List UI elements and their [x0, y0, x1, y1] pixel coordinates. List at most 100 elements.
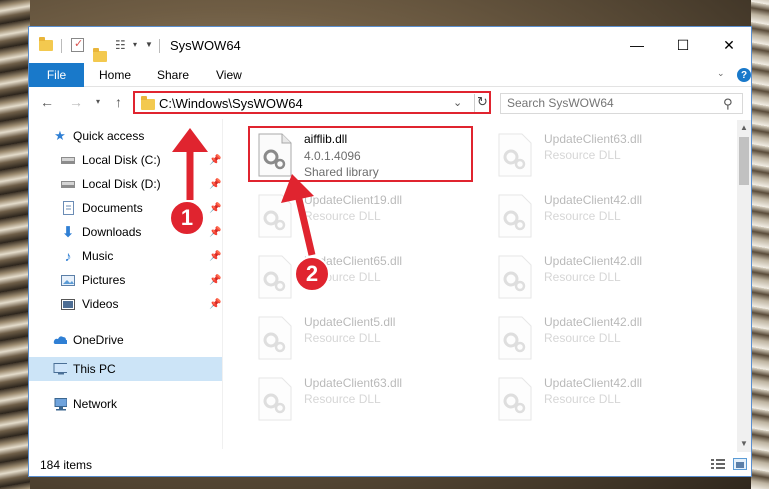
sidebar-item-label: Music — [82, 249, 114, 263]
sidebar-item-pictures[interactable]: Pictures 📌 — [29, 269, 222, 291]
highlight-box — [248, 126, 473, 182]
drive-icon — [61, 153, 75, 167]
video-icon — [61, 297, 75, 311]
dll-file-icon — [258, 194, 292, 238]
sidebar-item-label: Videos — [82, 297, 119, 311]
file-name: UpdateClient5.dll — [304, 315, 396, 329]
file-type: Resource DLL — [304, 331, 381, 345]
file-tile[interactable]: UpdateClient42.dll Resource DLL — [484, 187, 704, 245]
pin-icon[interactable]: 📌 — [209, 227, 221, 238]
desktop-wallpaper-right — [751, 0, 769, 489]
drive-icon — [61, 177, 75, 191]
address-path[interactable]: C:\Windows\SysWOW64 — [159, 96, 303, 111]
recent-locations-icon[interactable]: ▾ — [96, 97, 100, 106]
scroll-down-icon[interactable]: ▼ — [737, 437, 751, 451]
forward-arrow-icon[interactable]: → — [69, 94, 83, 110]
file-type: Resource DLL — [304, 209, 381, 223]
sidebar-item-videos[interactable]: Videos 📌 — [29, 293, 222, 315]
pin-icon[interactable]: 📌 — [209, 155, 221, 166]
dll-file-icon — [498, 316, 532, 360]
search-input[interactable] — [507, 96, 707, 110]
navigation-bar: ← → ▾ ↑ C:\Windows\SysWOW64 ⌄ ↻ ⚲ — [29, 88, 751, 118]
folder-icon[interactable] — [39, 37, 53, 51]
search-icon[interactable]: ⚲ — [723, 96, 733, 112]
file-type: Resource DLL — [544, 331, 621, 345]
pin-icon[interactable]: 📌 — [209, 299, 221, 310]
step-badge-1: 1 — [169, 200, 205, 236]
title-bar: ☷ ▾ ▼ SysWOW64 — ☐ ✕ — [29, 27, 751, 63]
tab-view[interactable]: View — [216, 63, 242, 87]
cloud-icon — [53, 333, 67, 347]
file-tile[interactable]: UpdateClient42.dll Resource DLL — [484, 370, 704, 428]
scroll-up-icon[interactable]: ▲ — [737, 121, 751, 135]
quick-access-dropdown-icon[interactable]: ▼ — [145, 40, 153, 56]
file-type: Resource DLL — [544, 392, 621, 406]
dll-file-icon — [258, 255, 292, 299]
minimize-button[interactable]: — — [614, 27, 660, 63]
help-icon[interactable]: ? — [737, 68, 751, 82]
star-icon: ★ — [54, 128, 66, 143]
tab-share[interactable]: Share — [157, 63, 189, 87]
dll-file-icon — [498, 377, 532, 421]
chevron-down-icon[interactable]: ▾ — [133, 40, 137, 56]
file-tile[interactable]: UpdateClient42.dll Resource DLL — [484, 309, 704, 367]
tab-file[interactable]: File — [29, 63, 84, 87]
sidebar-item-local-disk-c[interactable]: Local Disk (C:) 📌 — [29, 149, 222, 171]
sidebar-item-label: Downloads — [82, 225, 142, 239]
refresh-icon[interactable]: ↻ — [474, 94, 490, 112]
properties-icon[interactable] — [71, 37, 84, 52]
details-view-icon[interactable] — [711, 458, 725, 470]
address-bar[interactable]: C:\Windows\SysWOW64 ⌄ ↻ — [133, 91, 491, 114]
back-arrow-icon[interactable]: ← — [40, 94, 54, 110]
file-name: UpdateClient63.dll — [544, 132, 643, 146]
sidebar-item-label: Local Disk (D:) — [82, 177, 161, 191]
sidebar-item-label: Documents — [82, 201, 143, 215]
step-badge-2: 2 — [294, 256, 330, 292]
dll-file-icon — [498, 255, 532, 299]
item-count: 184 items — [40, 458, 93, 472]
sidebar-item-label: OneDrive — [73, 333, 124, 347]
file-name: UpdateClient63.dll — [304, 376, 403, 390]
new-folder-icon[interactable] — [93, 48, 107, 62]
sidebar-item-this-pc[interactable]: This PC — [29, 357, 222, 381]
pin-icon[interactable]: 📌 — [209, 179, 221, 190]
file-tile[interactable]: UpdateClient65.dll Resource DLL — [244, 248, 464, 306]
chevron-down-icon[interactable]: ⌄ — [453, 96, 462, 109]
vertical-scrollbar[interactable]: ▲ ▼ — [737, 120, 751, 452]
file-tile[interactable]: UpdateClient5.dll Resource DLL — [244, 309, 464, 367]
download-icon: ⬇ — [61, 224, 75, 241]
pane-divider[interactable] — [222, 119, 223, 449]
file-type: Resource DLL — [544, 270, 621, 284]
pin-icon[interactable]: 📌 — [209, 275, 221, 286]
close-button[interactable]: ✕ — [706, 27, 751, 63]
sidebar-item-label: Quick access — [73, 129, 145, 143]
sidebar-item-quick-access[interactable]: ★ Quick access — [29, 125, 222, 147]
large-icons-view-icon[interactable] — [733, 458, 747, 470]
file-type: Resource DLL — [544, 209, 621, 223]
up-arrow-icon[interactable]: ↑ — [115, 94, 122, 110]
maximize-button[interactable]: ☐ — [660, 27, 706, 63]
dll-file-icon — [258, 377, 292, 421]
file-name: UpdateClient42.dll — [544, 254, 643, 268]
sidebar-item-onedrive[interactable]: OneDrive — [29, 329, 222, 351]
sidebar-item-local-disk-d[interactable]: Local Disk (D:) 📌 — [29, 173, 222, 195]
expand-ribbon-icon[interactable]: ⌄ — [717, 68, 725, 79]
sidebar-item-network[interactable]: Network — [29, 393, 222, 415]
file-type: Resource DLL — [544, 148, 621, 162]
sidebar-item-music[interactable]: ♪ Music 📌 — [29, 245, 222, 267]
file-tile[interactable]: UpdateClient42.dll Resource DLL — [484, 248, 704, 306]
ribbon-tabs: File Home Share View ⌄ ? — [29, 63, 751, 87]
scroll-thumb[interactable] — [739, 137, 749, 185]
tab-home[interactable]: Home — [99, 63, 131, 87]
pin-icon[interactable]: 📌 — [209, 251, 221, 262]
document-icon — [61, 201, 75, 215]
file-tile[interactable]: UpdateClient63.dll Resource DLL — [484, 126, 704, 184]
dll-file-icon — [498, 194, 532, 238]
file-name: UpdateClient19.dll — [304, 193, 403, 207]
customize-quick-access-icon[interactable]: ☷ — [115, 38, 129, 54]
file-tile[interactable]: UpdateClient63.dll Resource DLL — [244, 370, 464, 428]
search-box[interactable]: ⚲ — [500, 93, 743, 114]
pin-icon[interactable]: 📌 — [209, 203, 221, 214]
file-name: UpdateClient42.dll — [544, 315, 643, 329]
file-tile[interactable]: UpdateClient19.dll Resource DLL — [244, 187, 464, 245]
